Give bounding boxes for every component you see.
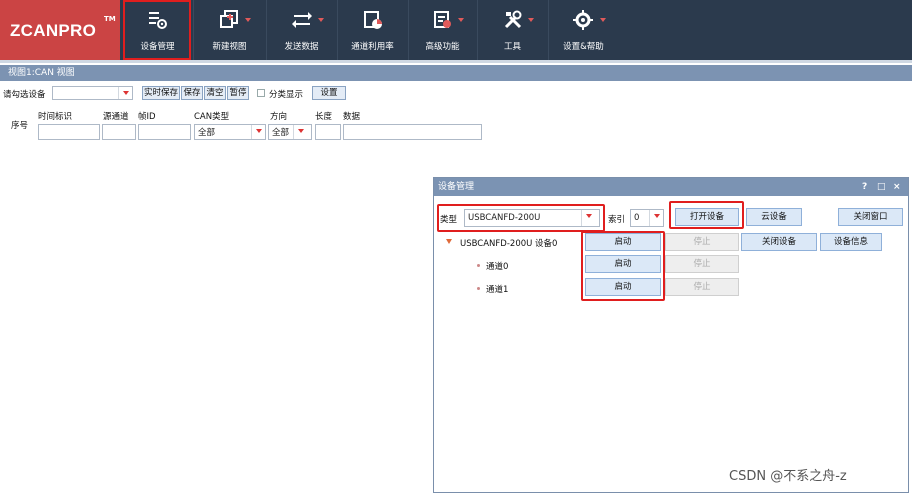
save-button[interactable]: 保存 [181, 86, 203, 100]
device-manage-dialog: 设备管理 ? □ × 类型 USBCANFD-200U 索引 0 打开设备 云设… [433, 177, 909, 493]
expand-triangle-icon[interactable] [446, 239, 452, 244]
direction-filter-value: 全部 [272, 128, 290, 138]
channel1-stop-button: 停止 [665, 278, 739, 296]
top-ribbon: ZCANPRO TM 设备管理 新建视图 发送数据 通道利用率 高级功能 工具 … [0, 0, 912, 60]
highlight-box [669, 201, 744, 229]
can-type-filter-select[interactable]: 全部 [194, 124, 266, 140]
toolbar-send-data[interactable]: 发送数据 [266, 0, 336, 60]
close-window-button[interactable]: 关闭窗口 [838, 208, 903, 226]
logo-trademark: TM [104, 15, 116, 23]
select-device-label: 请勾选设备 [3, 90, 46, 100]
column-header-frame-id: 帧ID [138, 112, 156, 122]
help-icon[interactable]: ? [862, 178, 867, 196]
send-data-icon [267, 9, 336, 31]
column-header-length: 长度 [315, 112, 333, 122]
source-channel-filter-input[interactable] [102, 124, 136, 140]
chevron-down-icon [600, 18, 606, 22]
device-node[interactable]: USBCANFD-200U 设备0 [460, 237, 557, 249]
close-icon[interactable]: × [893, 178, 901, 196]
toolbar-label: 新建视图 [212, 42, 247, 52]
channel0-stop-button: 停止 [665, 255, 739, 273]
toolbar-label: 高级功能 [425, 42, 460, 52]
view-title-bar: 视图1:CAN 视图 [0, 65, 912, 81]
direction-filter-select[interactable]: 全部 [268, 124, 312, 140]
channel-usage-icon [338, 9, 407, 31]
timestamp-filter-input[interactable] [38, 124, 100, 140]
toolbar-label: 发送数据 [284, 42, 319, 52]
cloud-device-button[interactable]: 云设备 [746, 208, 802, 226]
tree-bullet-icon [477, 264, 480, 267]
device-select-row: 请勾选设备 实时保存 保存 清空 暂停 分类显示 设置 [0, 86, 912, 102]
tools-icon [478, 9, 547, 31]
advanced-icon [409, 9, 476, 31]
ribbon-divider [0, 60, 912, 63]
realtime-save-button[interactable]: 实时保存 [142, 86, 180, 100]
toolbar-channel-usage[interactable]: 通道利用率 [337, 0, 407, 60]
column-header-data: 数据 [343, 112, 361, 122]
chevron-down-icon[interactable] [251, 125, 265, 139]
new-view-icon [194, 9, 265, 31]
watermark: CSDN @不系之舟-z [729, 469, 847, 484]
clear-button[interactable]: 清空 [204, 86, 226, 100]
channel-node-1[interactable]: 通道1 [486, 283, 508, 295]
gear-icon [549, 9, 618, 31]
toolbar-label: 工具 [503, 42, 521, 52]
pause-button[interactable]: 暂停 [227, 86, 249, 100]
device-manage-icon [124, 9, 191, 31]
device-index-value: 0 [634, 213, 640, 223]
logo-text: ZCANPRO [10, 21, 97, 40]
chevron-down-icon [528, 18, 534, 22]
device-stop-button: 停止 [665, 233, 739, 251]
restore-icon[interactable]: □ [877, 178, 886, 196]
device-select-combo[interactable] [52, 86, 133, 100]
channel-node-0[interactable]: 通道0 [486, 260, 508, 272]
column-header-timestamp: 时间标识 [38, 112, 73, 122]
data-filter-input[interactable] [343, 124, 482, 140]
highlight-box [437, 204, 605, 232]
close-device-button[interactable]: 关闭设备 [741, 233, 817, 251]
toolbar-device-manage[interactable]: 设备管理 [123, 0, 191, 60]
classify-checkbox[interactable] [257, 89, 265, 97]
toolbar-label: 通道利用率 [351, 42, 394, 52]
toolbar-tools[interactable]: 工具 [477, 0, 547, 60]
column-header-can-type: CAN类型 [194, 112, 230, 122]
chevron-down-icon[interactable] [118, 87, 132, 99]
highlight-box [581, 231, 665, 301]
column-header-index: 序号 [11, 121, 29, 131]
frame-id-filter-input[interactable] [138, 124, 191, 140]
dialog-title-bar: 设备管理 [434, 178, 908, 196]
column-header-direction: 方向 [270, 112, 288, 122]
device-info-button[interactable]: 设备信息 [820, 233, 882, 251]
length-filter-input[interactable] [315, 124, 341, 140]
chevron-down-icon[interactable] [293, 125, 311, 139]
app-logo: ZCANPRO TM [0, 0, 120, 60]
toolbar-settings-help[interactable]: 设置&帮助 [548, 0, 618, 60]
chevron-down-icon [458, 18, 464, 22]
toolbar-new-view[interactable]: 新建视图 [193, 0, 265, 60]
toolbar-label: 设备管理 [140, 42, 175, 52]
can-type-filter-value: 全部 [198, 128, 216, 138]
device-index-select[interactable]: 0 [630, 209, 664, 227]
tree-bullet-icon [477, 287, 480, 290]
chevron-down-icon [318, 18, 324, 22]
classify-label: 分类显示 [269, 90, 304, 100]
column-header-source-channel: 源通道 [103, 112, 129, 122]
chevron-down-icon[interactable] [649, 210, 663, 226]
toolbar-advanced[interactable]: 高级功能 [408, 0, 476, 60]
view-settings-button[interactable]: 设置 [312, 86, 346, 100]
chevron-down-icon [245, 18, 251, 22]
index-label: 索引 [608, 215, 626, 225]
dialog-title: 设备管理 [438, 182, 475, 192]
toolbar-label: 设置&帮助 [563, 42, 604, 52]
